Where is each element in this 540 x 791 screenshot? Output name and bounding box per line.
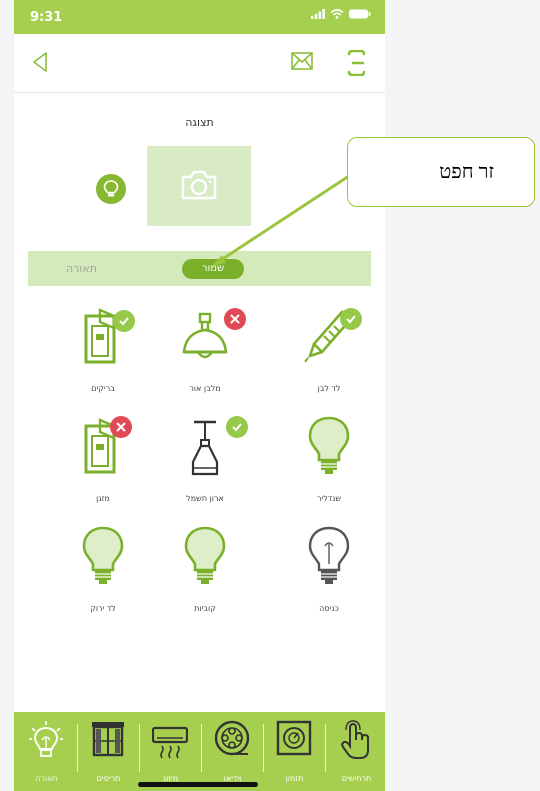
tab-lighting[interactable]: תאורה — [16, 712, 77, 791]
lightbulb-icon — [29, 721, 63, 757]
tab-shutters[interactable]: תריסים — [78, 712, 139, 791]
tab-label: תאורה — [35, 774, 58, 783]
tab-air-conditioning[interactable]: מיזוג — [140, 712, 201, 791]
device-chandelier[interactable]: שנדליר — [284, 416, 374, 516]
device-cubes[interactable]: קוביות — [160, 526, 250, 626]
save-button-callout: זר חפט — [347, 137, 535, 207]
status-check-badge — [340, 308, 362, 330]
camera-icon — [181, 170, 217, 200]
phone-screen: 9:31 תצוגה תאורה שמור בריקים מלבן אור לד… — [14, 0, 385, 791]
battery-icon — [349, 9, 371, 19]
device-electric-cabinet[interactable]: ארון חשמל — [160, 416, 250, 516]
lighting-label: תאורה — [66, 262, 97, 275]
status-check-badge — [226, 416, 248, 438]
status-bar: 9:31 — [14, 0, 385, 34]
window-icon — [92, 722, 124, 757]
status-icons — [311, 9, 371, 19]
display-title: תצוגה — [185, 116, 214, 129]
check-icon — [346, 315, 356, 324]
device-entrance[interactable]: כניסה — [284, 526, 374, 626]
tab-scenarios[interactable]: תרחישים — [326, 712, 385, 791]
bulb-icon — [82, 526, 124, 584]
device-white-led[interactable]: לד לבן — [284, 306, 374, 406]
tab-label: תריסים — [96, 774, 121, 783]
air-conditioner-icon — [152, 726, 188, 759]
device-label: ארון חשמל — [186, 494, 224, 503]
tab-label: תזמון — [285, 774, 304, 783]
status-time: 9:31 — [30, 10, 63, 25]
status-x-badge — [110, 416, 132, 438]
device-label: שנדליר — [316, 494, 342, 503]
tab-timer[interactable]: תזמון — [264, 712, 325, 791]
lighting-category-badge[interactable] — [96, 174, 126, 204]
bulb-icon — [103, 180, 119, 197]
bulb-icon — [308, 416, 350, 474]
x-icon — [230, 314, 240, 324]
check-icon — [232, 423, 242, 432]
device-green-led[interactable]: לד ירוק — [58, 526, 148, 626]
save-button[interactable]: שמור — [182, 259, 244, 279]
status-x-badge — [224, 308, 246, 330]
device-air-conditioner[interactable]: מזגן — [58, 416, 148, 516]
pendant-lamp-icon — [182, 312, 228, 359]
device-label: לד ירוק — [90, 604, 116, 613]
device-light-rect[interactable]: מלבן אור — [160, 306, 250, 406]
timer-icon — [276, 720, 312, 756]
touch-icon — [341, 720, 369, 759]
signal-icon — [311, 9, 325, 19]
device-bricks[interactable]: בריקים — [58, 306, 148, 406]
check-icon — [119, 317, 129, 326]
home-indicator — [138, 782, 258, 787]
lighting-bar: תאורה שמור — [28, 251, 371, 286]
status-check-badge — [113, 310, 135, 332]
bulb-gray-icon — [308, 526, 350, 584]
menu-icon[interactable] — [347, 50, 365, 76]
hanging-lamp-icon — [191, 420, 219, 476]
device-label: מזגן — [96, 494, 110, 503]
device-label: כניסה — [319, 604, 339, 613]
envelope-icon[interactable] — [291, 52, 313, 70]
film-reel-icon — [214, 720, 250, 756]
photo-placeholder[interactable] — [147, 146, 251, 226]
device-label: לד לבן — [317, 384, 341, 393]
device-label: קוביות — [194, 604, 216, 613]
bulb-icon — [184, 526, 226, 584]
wifi-icon — [330, 9, 344, 19]
callout-text: זר חפט — [439, 161, 494, 183]
tab-label: תרחישים — [341, 774, 372, 783]
bottom-tab-bar: תאורה תריסים מיזוג וידיאו תזמון תרחישים — [14, 712, 385, 791]
tab-video[interactable]: וידיאו — [202, 712, 263, 791]
back-arrow-icon[interactable] — [32, 52, 48, 72]
x-icon — [116, 422, 126, 432]
top-nav — [14, 34, 385, 93]
device-label: בריקים — [91, 384, 115, 393]
device-label: מלבן אור — [189, 384, 221, 393]
